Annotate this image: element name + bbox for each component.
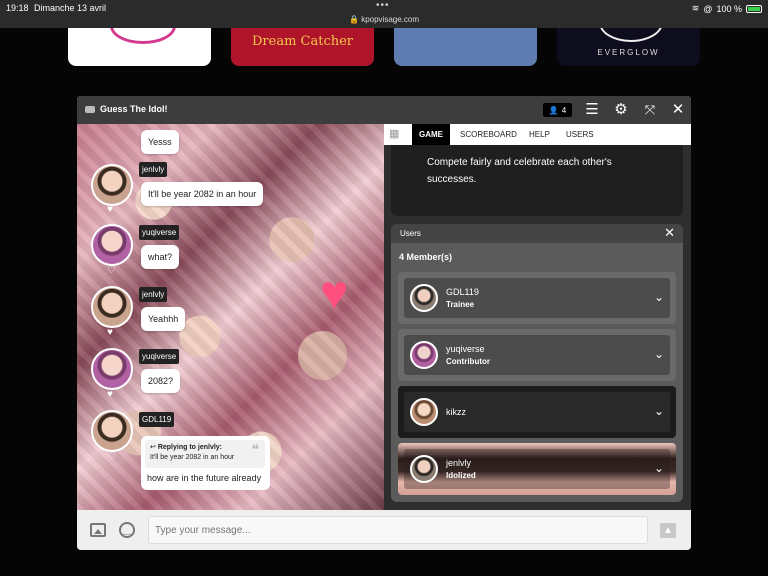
users-panel: Users ✕ 4 Member(s) GDL119 Trainee ⌄ yuq… bbox=[391, 224, 683, 502]
status-bar: 19:18 Dimanche 13 avril ••• 🔒 kpopvisage… bbox=[0, 0, 768, 28]
status-date: Dimanche 13 avril bbox=[34, 3, 107, 13]
avatar[interactable] bbox=[91, 164, 133, 206]
modal-title: Guess The Idol! bbox=[100, 104, 168, 114]
avatar[interactable] bbox=[91, 348, 133, 390]
users-panel-title: Users bbox=[400, 229, 421, 238]
tab-bar: ▦ GAME SCOREBOARD HELP USERS bbox=[384, 124, 691, 145]
avatar bbox=[410, 284, 438, 312]
user-name: GDL119 bbox=[446, 287, 479, 297]
image-icon[interactable] bbox=[90, 523, 106, 537]
tab-game[interactable]: GAME bbox=[412, 124, 450, 145]
chevron-down-icon[interactable]: ⌄ bbox=[654, 290, 664, 304]
chat-area[interactable]: ♥ Yesss ♥ jenlvly It'll be year 2082 in … bbox=[77, 124, 384, 510]
user-count: 4 bbox=[561, 105, 567, 115]
chat-message: 2082? bbox=[141, 369, 181, 393]
chat-message: what? bbox=[141, 245, 180, 269]
heart-icon[interactable]: ♡ bbox=[107, 265, 116, 276]
close-icon[interactable]: ✕ bbox=[664, 225, 675, 241]
avatar[interactable] bbox=[91, 286, 133, 328]
close-icon[interactable]: ✕ bbox=[669, 101, 687, 119]
reply-message: ↩ Replying to jenlvly: It'll be year 208… bbox=[141, 436, 270, 490]
send-icon[interactable]: ▲ bbox=[660, 523, 676, 538]
username-tag[interactable]: GDL119 bbox=[139, 412, 175, 427]
group-card-dreamcatcher[interactable]: Dream Catcher bbox=[231, 28, 374, 66]
group-card-everglow[interactable]: EVERGLOW bbox=[557, 28, 700, 66]
reply-header: ↩ Replying to jenlvly: bbox=[150, 444, 223, 451]
user-role: Trainee bbox=[446, 300, 475, 309]
quote-icon: ❝ bbox=[251, 442, 259, 458]
members-count: 4 Member(s) bbox=[399, 252, 453, 262]
username-tag[interactable]: yuqiverse bbox=[139, 349, 180, 364]
heart-icon[interactable]: ♡ bbox=[107, 451, 116, 462]
username-tag[interactable]: yuqiverse bbox=[139, 225, 180, 240]
avatar bbox=[410, 398, 438, 426]
group-card-3[interactable] bbox=[394, 28, 537, 66]
reply-arrow-icon: ↩ bbox=[150, 444, 156, 451]
gear-icon[interactable]: ⚙ bbox=[612, 101, 630, 119]
battery-percent: 100 % bbox=[716, 3, 742, 14]
tab-scoreboard[interactable]: SCOREBOARD bbox=[453, 124, 524, 145]
url-bar[interactable]: 🔒 kpopvisage.com bbox=[0, 15, 768, 24]
status-right: ≋ @ 100 % bbox=[692, 3, 762, 14]
emoji-icon[interactable]: ‿ bbox=[119, 522, 135, 538]
heart-icon[interactable]: ♥ bbox=[107, 204, 113, 215]
user-name: yuqiverse bbox=[446, 344, 485, 354]
reply-quoted-text: It'll be year 2082 in an hour bbox=[150, 454, 235, 461]
user-row[interactable]: yuqiverse Contributor ⌄ bbox=[398, 329, 676, 381]
modal-header: Guess The Idol! 👤 4 ☰ ⚙ ⤧ ✕ bbox=[77, 96, 691, 124]
chat-message: Yesss bbox=[141, 130, 179, 154]
users-panel-header: Users ✕ bbox=[391, 224, 683, 243]
heart-icon[interactable]: ♥ bbox=[107, 389, 113, 400]
side-panel: ▦ GAME SCOREBOARD HELP USERS Compete fai… bbox=[384, 124, 691, 510]
user-name: kikzz bbox=[446, 407, 466, 417]
message-input[interactable] bbox=[148, 516, 648, 544]
list-icon[interactable]: ☰ bbox=[583, 101, 601, 119]
chat-message: Yeahhh bbox=[141, 307, 186, 331]
user-role: Contributor bbox=[446, 357, 490, 366]
reply-quote-box: ↩ Replying to jenlvly: It'll be year 208… bbox=[145, 440, 265, 468]
user-row[interactable]: kikzz ⌄ bbox=[398, 386, 676, 438]
chevron-down-icon[interactable]: ⌄ bbox=[654, 461, 664, 475]
url-text: kpopvisage.com bbox=[361, 15, 419, 24]
avatar[interactable] bbox=[91, 410, 133, 452]
avatar bbox=[410, 455, 438, 483]
game-info-text: Compete fairly and celebrate each other'… bbox=[391, 145, 683, 216]
person-icon: 👤 bbox=[548, 105, 559, 115]
game-modal: Guess The Idol! 👤 4 ☰ ⚙ ⤧ ✕ ♥ Yesss ♥ je… bbox=[77, 96, 691, 550]
user-role: Idolized bbox=[446, 471, 476, 480]
tab-help[interactable]: HELP bbox=[522, 124, 557, 145]
user-row[interactable]: jenlvly Idolized ⌄ bbox=[398, 443, 676, 495]
username-tag[interactable]: jenlvly bbox=[139, 162, 168, 177]
chevron-down-icon[interactable]: ⌄ bbox=[654, 404, 664, 418]
chevron-down-icon[interactable]: ⌄ bbox=[654, 347, 664, 361]
message-bar: ‿ ▲ bbox=[77, 510, 691, 550]
avatar[interactable] bbox=[91, 224, 133, 266]
user-row[interactable]: GDL119 Trainee ⌄ bbox=[398, 272, 676, 324]
user-count-badge[interactable]: 👤 4 bbox=[543, 103, 572, 117]
chat-message: It'll be year 2082 in an hour bbox=[141, 182, 264, 206]
tab-users[interactable]: USERS bbox=[559, 124, 601, 145]
group-card-1[interactable] bbox=[68, 28, 211, 66]
status-time: 19:18 bbox=[6, 3, 29, 13]
gamepad-icon bbox=[85, 106, 95, 113]
user-name: jenlvly bbox=[446, 458, 472, 468]
expand-icon[interactable]: ⤧ bbox=[641, 101, 659, 119]
heart-icon[interactable]: ♥ bbox=[107, 327, 113, 338]
username-tag[interactable]: jenlvly bbox=[139, 287, 168, 302]
wifi-icon: ≋ bbox=[691, 3, 700, 13]
battery-icon bbox=[746, 4, 762, 13]
lock-rotation-icon: @ bbox=[703, 3, 713, 14]
heart-sticker: ♥ bbox=[320, 267, 349, 320]
chat-message: how are in the future already bbox=[147, 473, 262, 483]
more-dots-icon[interactable]: ••• bbox=[376, 0, 390, 11]
avatar bbox=[410, 341, 438, 369]
grid-icon[interactable]: ▦ bbox=[389, 129, 403, 140]
